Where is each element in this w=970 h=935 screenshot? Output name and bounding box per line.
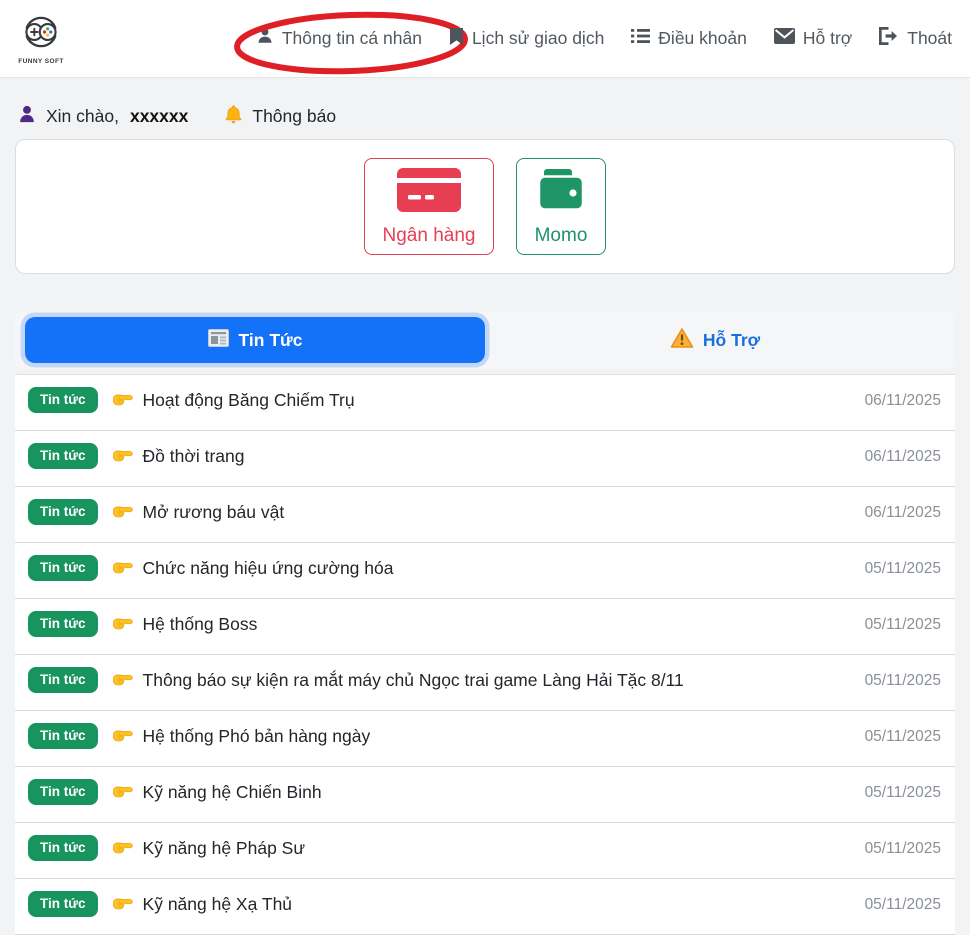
nav-label: Thông tin cá nhân (282, 28, 422, 49)
brand-logo[interactable]: FUNNY SOFT (18, 12, 64, 65)
nav-item-terms[interactable]: Điều khoản (631, 28, 747, 49)
username: xxxxxx (130, 106, 188, 127)
news-badge: Tin tức (28, 779, 98, 805)
pointing-hand-icon (111, 556, 134, 586)
news-badge: Tin tức (28, 667, 98, 693)
news-row[interactable]: Tin tức Thông báo sự kiện ra mắt máy chủ… (15, 655, 955, 711)
nav-label: Thoát (907, 28, 952, 49)
pointing-hand-icon (111, 500, 134, 530)
pointing-hand-icon (111, 780, 134, 810)
tab-news-label: Tin Tức (239, 330, 303, 351)
news-row[interactable]: Tin tức Hoạt động Băng Chiếm Trụ 06/11/2… (15, 374, 955, 431)
news-title: Kỹ năng hệ Xạ Thủ (143, 894, 293, 914)
news-row[interactable]: Tin tức Kỹ năng hệ Pháp Sư 05/11/2025 (15, 823, 955, 879)
tab-news[interactable]: Tin Tức (25, 317, 485, 363)
credit-card-icon (396, 167, 462, 218)
pointing-hand-icon (111, 836, 134, 866)
top-navbar: FUNNY SOFT Thông tin cá nhân Lịch sử gia… (0, 0, 970, 78)
news-title: Mở rương báu vật (143, 502, 285, 522)
warning-icon (670, 327, 694, 354)
momo-button[interactable]: Momo (516, 158, 606, 255)
user-bust-icon (17, 104, 37, 130)
news-row[interactable]: Tin tức Hệ thống Boss 05/11/2025 (15, 599, 955, 655)
news-title: Hệ thống Boss (143, 614, 258, 634)
newspaper-icon (208, 329, 229, 352)
tab-bar: Tin Tức Hỗ Trợ (15, 311, 955, 369)
nav-menu: Thông tin cá nhân Lịch sử giao dịch Điều… (256, 27, 952, 51)
news-date: 05/11/2025 (865, 893, 941, 917)
news-date: 05/11/2025 (865, 725, 941, 749)
news-date: 05/11/2025 (865, 781, 941, 805)
tab-support[interactable]: Hỗ Trợ (485, 327, 945, 354)
list-icon (631, 28, 650, 49)
news-badge: Tin tức (28, 387, 98, 413)
logout-icon (879, 27, 899, 50)
news-badge: Tin tức (28, 891, 98, 917)
news-title: Đồ thời trang (143, 446, 245, 466)
nav-item-profile[interactable]: Thông tin cá nhân (256, 27, 422, 50)
news-list: Tin tức Hoạt động Băng Chiếm Trụ 06/11/2… (15, 374, 955, 935)
pointing-hand-icon (111, 892, 134, 922)
news-title: Thông báo sự kiện ra mắt máy chủ Ngọc tr… (143, 670, 684, 690)
news-row[interactable]: Tin tức Chức năng hiệu ứng cường hóa 05/… (15, 543, 955, 599)
bookmark-icon (449, 27, 464, 51)
nav-item-logout[interactable]: Thoát (879, 27, 952, 50)
bank-button[interactable]: Ngân hàng (364, 158, 494, 255)
momo-label: Momo (535, 225, 588, 247)
news-date: 05/11/2025 (865, 557, 941, 581)
tab-support-label: Hỗ Trợ (703, 330, 760, 351)
pointing-hand-icon (111, 724, 134, 754)
news-title: Hệ thống Phó bản hàng ngày (143, 726, 371, 746)
bank-label: Ngân hàng (383, 225, 476, 247)
nav-item-support[interactable]: Hỗ trợ (774, 28, 852, 49)
news-row[interactable]: Tin tức Hệ thống Phó bản hàng ngày 05/11… (15, 711, 955, 767)
greeting-row: Xin chào, xxxxxx Thông báo (17, 103, 953, 130)
news-title: Chức năng hiệu ứng cường hóa (143, 558, 394, 578)
news-date: 06/11/2025 (865, 389, 941, 413)
gamepad-logo-icon (18, 12, 64, 57)
news-row[interactable]: Tin tức Kỹ năng hệ Chiến Binh 05/11/2025 (15, 767, 955, 823)
news-title: Hoạt động Băng Chiếm Trụ (143, 390, 355, 410)
news-row[interactable]: Tin tức Đồ thời trang 06/11/2025 (15, 431, 955, 487)
pointing-hand-icon (111, 444, 134, 474)
payment-card: Ngân hàng Momo (15, 139, 955, 274)
wallet-icon (534, 167, 588, 218)
notification-label: Thông báo (252, 106, 336, 127)
nav-label: Hỗ trợ (803, 28, 852, 49)
news-date: 05/11/2025 (865, 613, 941, 637)
greeting-text: Xin chào, (46, 106, 119, 127)
news-badge: Tin tức (28, 723, 98, 749)
news-row[interactable]: Tin tức Mở rương báu vật 06/11/2025 (15, 487, 955, 543)
envelope-icon (774, 28, 795, 49)
brand-caption: FUNNY SOFT (18, 58, 63, 65)
notification-link[interactable]: Thông báo (223, 103, 336, 130)
news-badge: Tin tức (28, 555, 98, 581)
news-title: Kỹ năng hệ Chiến Binh (143, 782, 322, 802)
pointing-hand-icon (111, 388, 134, 418)
news-row[interactable]: Tin tức Kỹ năng hệ Xạ Thủ 05/11/2025 (15, 879, 955, 935)
news-badge: Tin tức (28, 835, 98, 861)
bell-icon (223, 103, 244, 130)
news-date: 06/11/2025 (865, 445, 941, 469)
pointing-hand-icon (111, 668, 134, 698)
pointing-hand-icon (111, 612, 134, 642)
news-badge: Tin tức (28, 611, 98, 637)
news-date: 06/11/2025 (865, 501, 941, 525)
news-date: 05/11/2025 (865, 669, 941, 693)
nav-label: Lịch sử giao dịch (472, 28, 604, 49)
news-title: Kỹ năng hệ Pháp Sư (143, 838, 306, 858)
news-badge: Tin tức (28, 443, 98, 469)
nav-label: Điều khoản (658, 28, 747, 49)
news-badge: Tin tức (28, 499, 98, 525)
person-icon (256, 27, 274, 50)
nav-item-transactions[interactable]: Lịch sử giao dịch (449, 27, 604, 51)
news-date: 05/11/2025 (865, 837, 941, 861)
